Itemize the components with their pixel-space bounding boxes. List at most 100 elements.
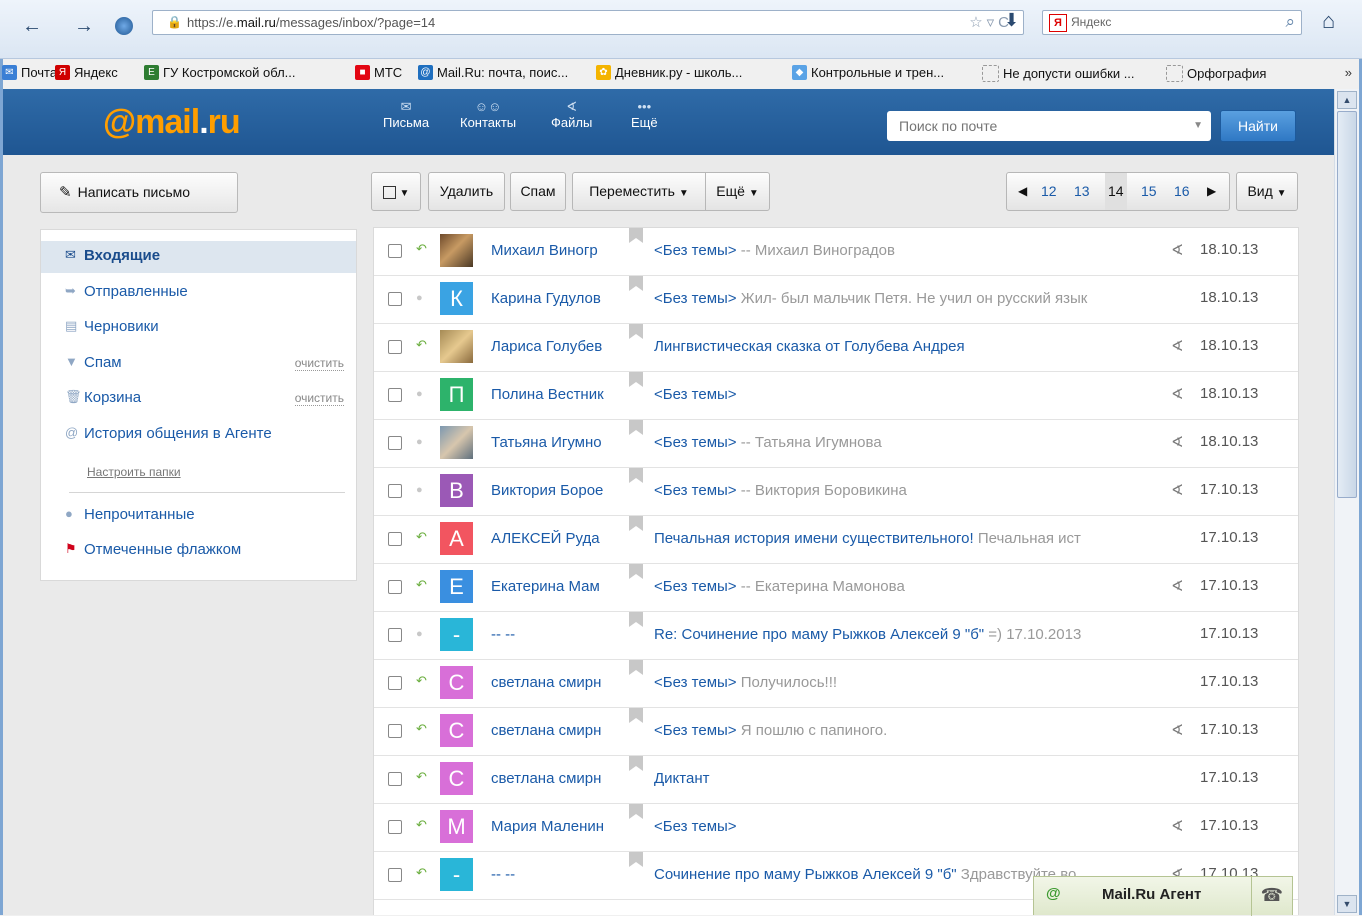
message-row[interactable]: ↶ Ссветлана смирн <Без темы> Получилось!!!… — [374, 660, 1298, 708]
delete-button[interactable]: Удалить — [428, 172, 505, 211]
message-checkbox[interactable] — [388, 244, 402, 258]
folder-inbox[interactable]: ✉ Входящие — [41, 241, 356, 273]
phone-icon[interactable]: ☎ — [1251, 877, 1292, 916]
nav-letters[interactable]: ✉ Письма — [383, 99, 429, 130]
message-checkbox[interactable] — [388, 724, 402, 738]
flag-icon[interactable] — [629, 708, 643, 723]
more-actions-button[interactable]: Ещё ▼ — [705, 172, 770, 211]
message-row[interactable]: ● - -- -- Re: Сочинение про маму Рыжков Але… — [374, 612, 1298, 660]
next-page-icon[interactable]: ▶ — [1207, 173, 1216, 210]
bookmark-item[interactable]: ◆ Контрольные и трен... — [792, 65, 944, 80]
bookmark-item[interactable]: E ГУ Костромской обл... — [144, 65, 296, 80]
bookmark-item[interactable]: ✿ Дневник.ру - школь... — [596, 65, 742, 80]
flag-icon[interactable] — [629, 660, 643, 675]
mail-search-input[interactable] — [897, 111, 1181, 141]
setup-folders-link[interactable]: Настроить папки — [87, 465, 181, 479]
folder-trash[interactable]: 🗑 Корзина очистить — [41, 383, 356, 415]
select-all-dropdown[interactable]: ▼ — [371, 172, 421, 211]
unread-dot-icon[interactable]: ● — [416, 484, 423, 496]
flag-icon[interactable] — [629, 804, 643, 819]
filter-flagged[interactable]: ⚑ Отмеченные флажком — [41, 535, 356, 567]
spam-button[interactable]: Спам — [510, 172, 566, 211]
folder-agent-history[interactable]: @ История общения в Агенте — [41, 419, 356, 451]
message-row[interactable]: ↶ Ссветлана смирн Диктант 17.10.13 — [374, 756, 1298, 804]
page-scrollbar[interactable]: ▲ ▼ — [1334, 89, 1359, 915]
message-row[interactable]: ● К Карина Гудулов <Без темы> Жил- был маль… — [374, 276, 1298, 324]
folder-drafts[interactable]: ▤ Черновики — [41, 312, 356, 344]
flag-icon[interactable] — [629, 372, 643, 387]
folder-sent[interactable]: ➥ Отправленные — [41, 277, 356, 309]
move-button[interactable]: Переместить ▼ — [572, 172, 706, 211]
message-checkbox[interactable] — [388, 388, 402, 402]
message-row[interactable]: ↶ Михаил Виногр <Без темы> -- Михаил Виног… — [374, 228, 1298, 276]
clear-spam-link[interactable]: очистить — [294, 357, 344, 371]
bookmark-item[interactable]: @ Mail.Ru: почта, поис... — [418, 65, 568, 80]
globe-icon[interactable] — [106, 6, 142, 46]
nav-files[interactable]: ∢ Файлы — [551, 99, 592, 130]
page-16[interactable]: 16 — [1174, 173, 1190, 210]
nav-more[interactable]: ••• Ещё — [631, 99, 658, 130]
unread-dot-icon[interactable]: ● — [416, 292, 423, 304]
view-button[interactable]: Вид ▼ — [1236, 172, 1298, 211]
download-arrow-icon[interactable]: ⬇ — [1004, 10, 1019, 31]
flag-icon[interactable] — [629, 468, 643, 483]
forward-arrow-icon[interactable]: → — [66, 6, 102, 46]
unread-dot-icon[interactable]: ● — [416, 388, 423, 400]
compose-button[interactable]: ✎ Написать письмо — [40, 172, 238, 213]
browser-search-bar[interactable]: Я Яндекс ⌕ — [1042, 10, 1302, 35]
unread-dot-icon[interactable]: ● — [416, 436, 423, 448]
search-button[interactable]: Найти — [1220, 110, 1296, 142]
bookmark-item[interactable]: ■ МТС — [355, 65, 402, 80]
message-row[interactable]: ↶ Лариса Голубев Лингвистическая сказка от… — [374, 324, 1298, 372]
message-checkbox[interactable] — [388, 340, 402, 354]
flag-icon[interactable] — [629, 756, 643, 771]
back-arrow-icon[interactable]: ← — [14, 6, 50, 46]
filter-unread[interactable]: ● Непрочитанные — [41, 500, 356, 532]
message-checkbox[interactable] — [388, 676, 402, 690]
message-row[interactable]: ↶ Ссветлана смирн <Без темы> Я пошлю с пап… — [374, 708, 1298, 756]
flag-icon[interactable] — [629, 420, 643, 435]
bookmark-item[interactable]: Я Яндекс — [55, 65, 118, 80]
page-15[interactable]: 15 — [1141, 173, 1157, 210]
search-icon[interactable]: ⌕ — [1285, 12, 1295, 32]
message-checkbox[interactable] — [388, 292, 402, 306]
scroll-down-icon[interactable]: ▼ — [1337, 895, 1357, 913]
message-checkbox[interactable] — [388, 628, 402, 642]
bookmark-item[interactable]: Орфография — [1166, 65, 1266, 82]
flag-icon[interactable] — [629, 852, 643, 867]
scroll-up-icon[interactable]: ▲ — [1337, 91, 1357, 109]
flag-icon[interactable] — [629, 516, 643, 531]
folder-spam[interactable]: ▼ Спам очистить — [41, 348, 356, 380]
message-row[interactable]: ● В Виктория Борое <Без темы> -- Виктория Б… — [374, 468, 1298, 516]
flag-icon[interactable] — [629, 228, 643, 243]
message-row[interactable]: ● Татьяна Игумно <Без темы> -- Татьяна Игу… — [374, 420, 1298, 468]
flag-icon[interactable] — [629, 276, 643, 291]
nav-contacts[interactable]: ☺☺ Контакты — [460, 99, 516, 130]
message-checkbox[interactable] — [388, 820, 402, 834]
bookmarks-more-chevron-icon[interactable]: » — [1345, 65, 1352, 80]
mailru-agent-bar[interactable]: @ Mail.Ru Агент ☎ — [1033, 876, 1293, 916]
scroll-thumb[interactable] — [1337, 111, 1357, 498]
address-bar[interactable]: 🔒 https://e.mail.ru/messages/inbox/?page… — [152, 10, 1024, 35]
message-checkbox[interactable] — [388, 580, 402, 594]
flag-icon[interactable] — [629, 612, 643, 627]
message-row[interactable]: ↶ А АЛЕКСЕЙ Руда Печальная история имени су… — [374, 516, 1298, 564]
clear-trash-link[interactable]: очистить — [294, 392, 344, 406]
message-checkbox[interactable] — [388, 772, 402, 786]
flag-icon[interactable] — [629, 324, 643, 339]
message-row[interactable]: ● П Полина Вестник <Без темы> ∢ 18.10.13 — [374, 372, 1298, 420]
bookmark-item[interactable]: Не допусти ошибки ... — [982, 65, 1135, 82]
message-checkbox[interactable] — [388, 532, 402, 546]
bookmark-item[interactable]: ✉ Почта — [2, 65, 57, 80]
message-checkbox[interactable] — [388, 868, 402, 882]
page-13[interactable]: 13 — [1074, 173, 1090, 210]
unread-dot-icon[interactable]: ● — [416, 628, 423, 640]
message-row[interactable]: ↶ М Мария Маленин <Без темы> ∢ 17.10.13 — [374, 804, 1298, 852]
message-row[interactable]: ↶ Е Екатерина Мам <Без темы> -- Екатерина М… — [374, 564, 1298, 612]
mailru-logo[interactable]: @mail.ru — [103, 103, 241, 142]
prev-page-icon[interactable]: ◀ — [1018, 173, 1027, 210]
message-checkbox[interactable] — [388, 484, 402, 498]
page-12[interactable]: 12 — [1041, 173, 1057, 210]
home-icon[interactable]: ⌂ — [1322, 8, 1335, 34]
message-checkbox[interactable] — [388, 436, 402, 450]
